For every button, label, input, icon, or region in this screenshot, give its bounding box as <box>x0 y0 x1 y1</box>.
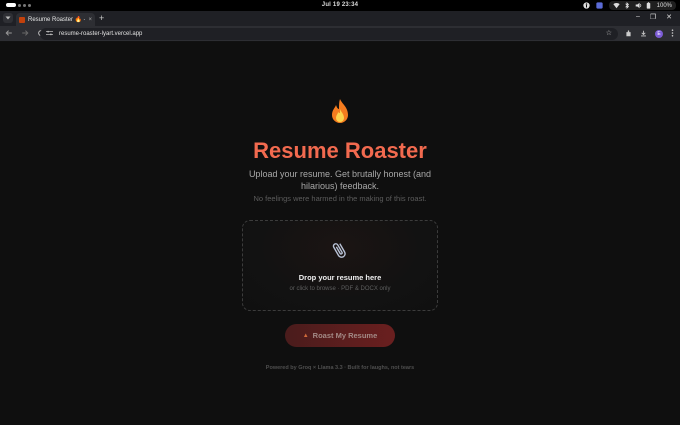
back-arrow-icon[interactable] <box>5 29 13 39</box>
system-status-menu[interactable]: 100% <box>608 1 676 10</box>
system-top-bar: Jul 19 23:34 100% <box>0 0 680 11</box>
page-title: Resume Roaster <box>253 138 427 163</box>
wifi-icon <box>612 2 620 9</box>
bluetooth-icon <box>624 2 631 9</box>
address-bar[interactable]: resume-roaster-lyart.vercel.app ☆ <box>40 28 618 40</box>
battery-percentage: 100% <box>656 2 672 9</box>
dropzone-hint: or click to browse · PDF & DOCX only <box>289 286 391 292</box>
volume-icon <box>635 2 642 9</box>
tab-close-icon[interactable]: × <box>88 17 92 23</box>
accessibility-icon[interactable] <box>582 2 590 9</box>
paperclip-icon <box>243 240 437 265</box>
page-content: Resume Roaster Upload your resume. Get b… <box>0 42 680 425</box>
battery-icon <box>646 2 653 9</box>
page-subtitle: Upload your resume. Get brutally honest … <box>248 169 432 191</box>
profile-avatar[interactable]: E <box>655 30 663 38</box>
roast-button-label: Roast My Resume <box>312 331 378 340</box>
tab-title: Resume Roaster 🔥 — <box>28 17 86 23</box>
toolbar-actions: E <box>625 29 674 39</box>
download-icon[interactable] <box>640 30 647 39</box>
navigation-buttons <box>5 29 45 39</box>
forward-arrow-icon[interactable] <box>21 29 29 39</box>
system-clock[interactable]: Jul 19 23:34 <box>0 2 680 8</box>
tab-search-button[interactable] <box>3 13 13 23</box>
site-favicon-icon <box>19 16 25 23</box>
fire-icon: ▲ <box>302 332 309 339</box>
bookmark-star-icon[interactable]: ☆ <box>606 29 612 37</box>
resume-dropzone[interactable]: Drop your resume here or click to browse… <box>242 220 438 311</box>
page-footer: Powered by Groq × Llama 3.3 · Built for … <box>265 365 415 371</box>
fire-icon <box>0 98 680 132</box>
roast-my-resume-button[interactable]: ▲ Roast My Resume <box>285 324 395 347</box>
app-indicator-icon[interactable] <box>595 2 603 9</box>
tab-strip: Resume Roaster 🔥 — × + – ❐ ✕ <box>0 11 680 26</box>
browser-menu-icon[interactable] <box>671 29 674 39</box>
minimize-button[interactable]: – <box>636 13 640 21</box>
close-window-button[interactable]: ✕ <box>666 13 672 21</box>
new-tab-button[interactable]: + <box>99 13 104 23</box>
system-tray: 100% <box>582 1 676 10</box>
page-tagline: No feelings were harmed in the making of… <box>253 194 427 203</box>
dropzone-title: Drop your resume here <box>298 273 382 282</box>
window-controls: – ❐ ✕ <box>636 13 672 21</box>
browser-toolbar: resume-roaster-lyart.vercel.app ☆ E <box>0 26 680 42</box>
site-info-icon[interactable] <box>46 30 53 38</box>
tab-resume-roaster[interactable]: Resume Roaster 🔥 — × <box>16 13 95 26</box>
extensions-icon[interactable] <box>625 29 632 39</box>
maximize-button[interactable]: ❐ <box>650 13 656 21</box>
url-text[interactable]: resume-roaster-lyart.vercel.app <box>59 31 142 37</box>
